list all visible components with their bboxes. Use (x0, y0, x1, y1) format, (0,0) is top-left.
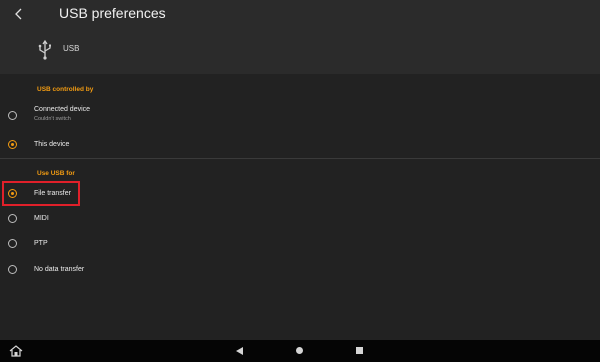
radio-this-device[interactable] (8, 140, 17, 149)
option-this-device[interactable]: This device (0, 134, 600, 160)
home-icon[interactable] (9, 345, 23, 357)
option-no-data-transfer[interactable]: No data transfer (0, 258, 600, 284)
option-label: No data transfer (34, 266, 85, 273)
navigation-bar (0, 340, 600, 362)
recents-square-icon[interactable] (356, 347, 363, 354)
page-title: USB preferences (59, 5, 166, 21)
option-label: This device (34, 141, 70, 148)
section-header-use-usb-for: Use USB for (37, 170, 75, 177)
option-label: File transfer (34, 190, 71, 197)
option-midi[interactable]: MIDI (0, 207, 600, 233)
back-arrow-icon (15, 8, 22, 20)
radio-ptp[interactable] (8, 239, 17, 248)
usb-icon (38, 39, 51, 60)
option-label: PTP (34, 240, 48, 247)
option-sublabel: Couldn't switch (34, 116, 71, 122)
section-header-controlled-by: USB controlled by (37, 86, 94, 93)
radio-midi[interactable] (8, 214, 17, 223)
usb-preferences-screen: USB preferences USB USB controlled by Co… (0, 0, 600, 362)
back-triangle-icon[interactable] (234, 346, 244, 356)
radio-file-transfer[interactable] (8, 189, 17, 198)
option-label: MIDI (34, 215, 49, 222)
option-file-transfer[interactable]: File transfer (0, 181, 600, 207)
option-label: Connected device (34, 106, 91, 113)
radio-connected-device[interactable] (8, 111, 17, 120)
usb-info-row: USB (0, 34, 600, 66)
option-ptp[interactable]: PTP (0, 232, 600, 258)
section-divider (0, 158, 600, 159)
usb-label: USB (63, 44, 80, 53)
radio-no-data-transfer[interactable] (8, 265, 17, 274)
back-button[interactable] (9, 4, 29, 24)
home-circle-icon[interactable] (296, 347, 303, 354)
option-connected-device[interactable]: Connected device Couldn't switch (0, 101, 600, 129)
top-header-area: USB preferences USB (0, 0, 600, 74)
